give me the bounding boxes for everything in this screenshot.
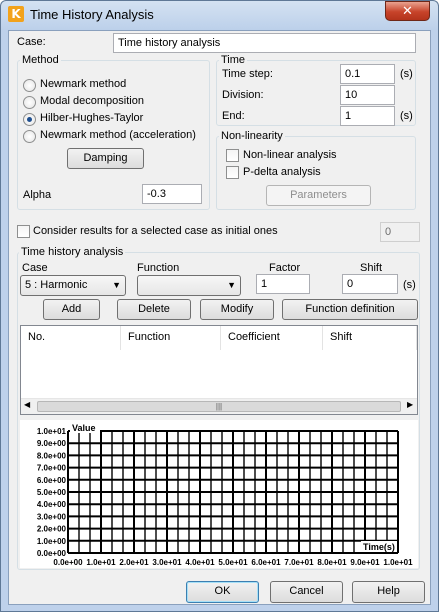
method-group-title: Method bbox=[20, 54, 61, 66]
x-tick-label: 6.0e+01 bbox=[251, 558, 281, 567]
case-label: Case: bbox=[17, 36, 46, 48]
scroll-right-icon[interactable]: ▶ bbox=[407, 400, 413, 409]
ok-button[interactable]: OK bbox=[186, 581, 259, 603]
column-header-shift[interactable]: Shift bbox=[323, 326, 417, 350]
tha-case-select[interactable]: 5 : Harmonic ▼ bbox=[20, 275, 126, 296]
tha-factor-field[interactable]: 1 bbox=[256, 274, 310, 294]
column-header-coefficient[interactable]: Coefficient bbox=[221, 326, 323, 350]
x-tick-label: 2.0e+01 bbox=[119, 558, 149, 567]
close-button[interactable]: ✕ bbox=[385, 1, 430, 21]
tha-case-label: Case bbox=[22, 262, 48, 274]
tha-shift-unit: (s) bbox=[403, 279, 416, 291]
y-tick-label: 0.0e+00 bbox=[37, 549, 67, 558]
x-tick-label: 1.0e+01 bbox=[383, 558, 413, 567]
window-title: Time History Analysis bbox=[30, 7, 154, 22]
initial-results-checkbox[interactable] bbox=[17, 225, 30, 238]
tha-shift-field[interactable]: 0 bbox=[342, 274, 398, 294]
y-tick-label: 2.0e+00 bbox=[37, 525, 67, 534]
radio-modal-label: Modal decomposition bbox=[40, 95, 144, 107]
chart-svg: 0.0e+00 1.0e+00 2.0e+00 3.0e+00 4.0e+00 5.0e+… bbox=[37, 423, 413, 567]
function-list[interactable]: No. Function Coefficient Shift ◀ ||| ▶ bbox=[20, 325, 418, 415]
alpha-label: Alpha bbox=[23, 189, 52, 201]
initial-results-label: Consider results for a selected case as … bbox=[33, 225, 278, 237]
y-tick-label: 1.0e+01 bbox=[37, 427, 67, 436]
x-tick-label: 8.0e+01 bbox=[317, 558, 347, 567]
x-tick-label: 4.0e+01 bbox=[185, 558, 215, 567]
end-label: End: bbox=[222, 110, 245, 122]
initial-case-field[interactable]: 0 bbox=[380, 222, 420, 242]
x-tick-label: 7.0e+01 bbox=[284, 558, 314, 567]
delete-button[interactable]: Delete bbox=[117, 299, 191, 320]
dropdown-arrow-icon: ▼ bbox=[227, 280, 236, 290]
tha-shift-label: Shift bbox=[360, 262, 383, 274]
time-history-chart: 0.0e+00 1.0e+00 2.0e+00 3.0e+00 4.0e+00 5.0e+… bbox=[20, 420, 418, 568]
pdelta-analysis-checkbox[interactable] bbox=[226, 166, 239, 179]
x-tick-label: 3.0e+01 bbox=[152, 558, 182, 567]
tha-case-value: 5 : Harmonic bbox=[25, 279, 88, 291]
scroll-left-icon[interactable]: ◀ bbox=[24, 400, 30, 409]
app-logo-icon: K bbox=[8, 6, 24, 22]
scroll-thumb[interactable]: ||| bbox=[37, 401, 401, 412]
tha-factor-label: Factor bbox=[269, 262, 301, 274]
dropdown-arrow-icon: ▼ bbox=[112, 280, 121, 290]
x-axis-label: Time(s) bbox=[363, 542, 395, 552]
help-button[interactable]: Help bbox=[352, 581, 425, 603]
time-step-field[interactable]: 0.1 bbox=[340, 64, 395, 84]
y-tick-label: 9.0e+00 bbox=[37, 439, 67, 448]
add-button[interactable]: Add bbox=[43, 299, 100, 320]
time-history-group-title: Time history analysis bbox=[19, 246, 126, 258]
cancel-button[interactable]: Cancel bbox=[270, 581, 343, 603]
column-header-function[interactable]: Function bbox=[121, 326, 221, 350]
x-tick-label: 5.0e+01 bbox=[218, 558, 248, 567]
horizontal-scrollbar[interactable]: ◀ ||| ▶ bbox=[21, 398, 417, 414]
y-tick-label: 4.0e+00 bbox=[37, 500, 67, 509]
y-tick-label: 8.0e+00 bbox=[37, 451, 67, 460]
nonlinear-analysis-checkbox[interactable] bbox=[226, 149, 239, 162]
function-definition-button[interactable]: Function definition bbox=[282, 299, 418, 320]
y-tick-label: 1.0e+00 bbox=[37, 537, 67, 546]
end-field[interactable]: 1 bbox=[340, 106, 395, 126]
case-name-field[interactable]: Time history analysis bbox=[113, 33, 416, 53]
time-step-label: Time step: bbox=[222, 68, 273, 80]
radio-newmark-label: Newmark method bbox=[40, 78, 127, 90]
pdelta-analysis-label: P-delta analysis bbox=[243, 166, 321, 178]
modify-button[interactable]: Modify bbox=[200, 299, 274, 320]
y-tick-label: 5.0e+00 bbox=[37, 488, 67, 497]
x-tick-label: 1.0e+01 bbox=[86, 558, 116, 567]
nonlinear-analysis-label: Non-linear analysis bbox=[243, 149, 337, 161]
x-tick-label: 0.0e+00 bbox=[53, 558, 83, 567]
column-header-no[interactable]: No. bbox=[21, 326, 121, 350]
nonlinearity-group-title: Non-linearity bbox=[219, 130, 285, 142]
tha-function-select[interactable]: ▼ bbox=[137, 275, 241, 296]
radio-modal-decomposition[interactable] bbox=[23, 96, 36, 109]
tha-function-label: Function bbox=[137, 262, 180, 274]
damping-button[interactable]: Damping bbox=[67, 148, 144, 169]
radio-hilber-hughes-taylor[interactable] bbox=[23, 113, 36, 126]
end-unit: (s) bbox=[400, 110, 413, 122]
y-axis-label: Value bbox=[72, 423, 96, 433]
time-step-unit: (s) bbox=[400, 68, 413, 80]
radio-newmark[interactable] bbox=[23, 79, 36, 92]
y-tick-label: 3.0e+00 bbox=[37, 512, 67, 521]
radio-hht-label: Hilber-Hughes-Taylor bbox=[40, 112, 144, 124]
radio-newmark-accel-label: Newmark method (acceleration) bbox=[40, 129, 196, 141]
radio-newmark-acceleration[interactable] bbox=[23, 130, 36, 143]
alpha-field[interactable]: -0.3 bbox=[142, 184, 202, 204]
division-field[interactable]: 10 bbox=[340, 85, 395, 105]
y-tick-label: 6.0e+00 bbox=[37, 476, 67, 485]
x-tick-label: 9.0e+01 bbox=[350, 558, 380, 567]
time-group-title: Time bbox=[219, 54, 248, 66]
parameters-button[interactable]: Parameters bbox=[266, 185, 371, 206]
y-tick-label: 7.0e+00 bbox=[37, 464, 67, 473]
division-label: Division: bbox=[222, 89, 264, 101]
